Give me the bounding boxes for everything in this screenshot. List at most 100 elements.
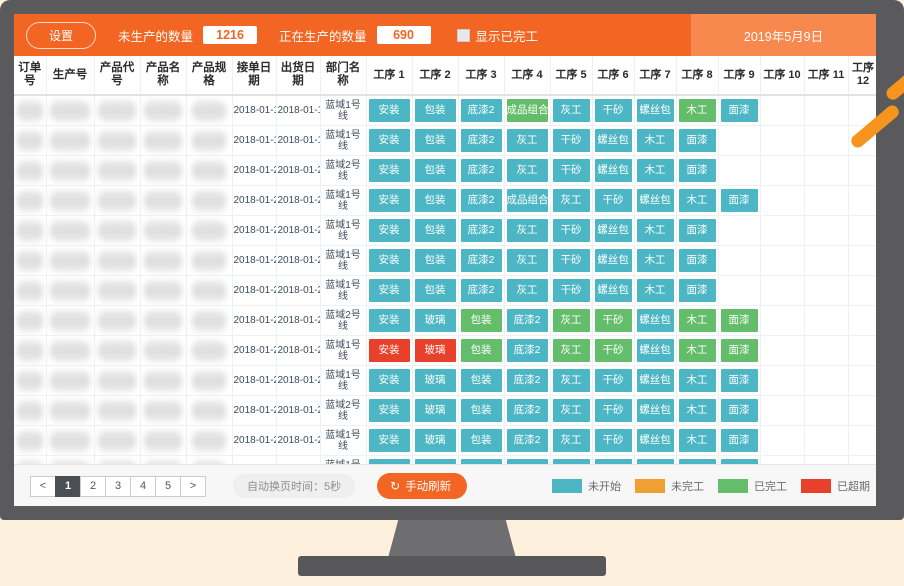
cell-process-5[interactable]: 灰工: [550, 396, 592, 426]
cell-process-3[interactable]: 包装: [458, 426, 504, 456]
cell-process-6[interactable]: 螺丝包: [592, 276, 634, 306]
cell-process-6[interactable]: 螺丝包: [592, 246, 634, 276]
cell-process-4[interactable]: 底漆2: [504, 426, 550, 456]
cell-process-8[interactable]: 木工: [676, 396, 718, 426]
cell-process-4[interactable]: 灰工: [504, 276, 550, 306]
cell-process-2[interactable]: 玻璃: [412, 336, 458, 366]
cell-process-3[interactable]: 底漆2: [458, 95, 504, 126]
table-row[interactable]: 2018-01-232018-01-28蓝域1号线安装玻璃包装底漆2灰工干砂螺丝…: [14, 336, 876, 366]
col-prod-no[interactable]: 生产号: [46, 56, 94, 95]
cell-process-6[interactable]: 干砂: [592, 306, 634, 336]
cell-process-5[interactable]: 干砂: [550, 126, 592, 156]
cell-process-8[interactable]: 面漆: [676, 216, 718, 246]
col-process-1[interactable]: 工序 1: [366, 56, 412, 95]
cell-process-7[interactable]: 木工: [634, 126, 676, 156]
col-process-7[interactable]: 工序 7: [634, 56, 676, 95]
cell-process-1[interactable]: 安装: [366, 156, 412, 186]
table-row[interactable]: 2018-01-162018-01-16蓝域1号线安装包装底漆2灰工干砂螺丝包木…: [14, 126, 876, 156]
cell-process-2[interactable]: 包装: [412, 95, 458, 126]
cell-process-2[interactable]: 玻璃: [412, 426, 458, 456]
cell-process-4[interactable]: 灰工: [504, 156, 550, 186]
cell-process-4[interactable]: 成品组合: [504, 95, 550, 126]
cell-process-8[interactable]: 木工: [676, 95, 718, 126]
cell-process-1[interactable]: 安装: [366, 336, 412, 366]
cell-process-1[interactable]: 安装: [366, 396, 412, 426]
col-product-spec[interactable]: 产品规格: [186, 56, 232, 95]
cell-process-1[interactable]: 安装: [366, 126, 412, 156]
cell-process-2[interactable]: 包装: [412, 186, 458, 216]
cell-process-2[interactable]: 包装: [412, 156, 458, 186]
cell-process-6[interactable]: 螺丝包: [592, 156, 634, 186]
col-process-3[interactable]: 工序 3: [458, 56, 504, 95]
col-process-6[interactable]: 工序 6: [592, 56, 634, 95]
col-receive-date[interactable]: 接单日期: [232, 56, 276, 95]
cell-process-7[interactable]: 螺丝包: [634, 186, 676, 216]
cell-process-4[interactable]: 底漆2: [504, 306, 550, 336]
pagination[interactable]: <12345>: [30, 476, 205, 497]
col-process-10[interactable]: 工序 10: [760, 56, 804, 95]
cell-process-7[interactable]: 螺丝包: [634, 396, 676, 426]
cell-process-3[interactable]: 底漆2: [458, 246, 504, 276]
col-process-9[interactable]: 工序 9: [718, 56, 760, 95]
cell-process-4[interactable]: 成品组合: [504, 186, 550, 216]
cell-process-5[interactable]: 灰工: [550, 306, 592, 336]
table-row[interactable]: 2018-01-232018-01-28蓝域2号线安装玻璃包装底漆2灰工干砂螺丝…: [14, 306, 876, 336]
cell-process-9[interactable]: 面漆: [718, 186, 760, 216]
cell-process-3[interactable]: 底漆2: [458, 126, 504, 156]
table-row[interactable]: 2018-01-232018-01-28蓝域2号线安装玻璃包装底漆2灰工干砂螺丝…: [14, 396, 876, 426]
cell-process-9[interactable]: 面漆: [718, 95, 760, 126]
pagination-page-5[interactable]: 5: [155, 476, 181, 497]
cell-process-4[interactable]: 底漆2: [504, 366, 550, 396]
cell-process-2[interactable]: 包装: [412, 216, 458, 246]
col-process-8[interactable]: 工序 8: [676, 56, 718, 95]
cell-process-2[interactable]: 包装: [412, 276, 458, 306]
cell-process-3[interactable]: 包装: [458, 396, 504, 426]
cell-process-8[interactable]: 木工: [676, 426, 718, 456]
cell-process-5[interactable]: 干砂: [550, 246, 592, 276]
cell-process-8[interactable]: 面漆: [676, 126, 718, 156]
table-row[interactable]: 2018-01-232018-01-26蓝域1号线安装包装底漆2成品组合灰工干砂…: [14, 186, 876, 216]
settings-button[interactable]: 设置: [26, 22, 96, 49]
cell-process-9[interactable]: 面漆: [718, 336, 760, 366]
cell-process-7[interactable]: 木工: [634, 246, 676, 276]
cell-process-3[interactable]: 包装: [458, 306, 504, 336]
cell-process-4[interactable]: 底漆2: [504, 396, 550, 426]
cell-process-3[interactable]: 底漆2: [458, 156, 504, 186]
pagination-page-2[interactable]: 2: [80, 476, 106, 497]
cell-process-1[interactable]: 安装: [366, 306, 412, 336]
cell-process-5[interactable]: 灰工: [550, 426, 592, 456]
cell-process-3[interactable]: 底漆2: [458, 186, 504, 216]
cell-process-8[interactable]: 面漆: [676, 246, 718, 276]
table-row[interactable]: 2018-01-232018-01-27蓝域1号线安装包装底漆2灰工干砂螺丝包木…: [14, 276, 876, 306]
cell-process-9[interactable]: 面漆: [718, 396, 760, 426]
cell-process-6[interactable]: 干砂: [592, 396, 634, 426]
pagination-page-4[interactable]: 4: [130, 476, 156, 497]
table-row[interactable]: 2018-01-232018-01-27蓝域1号线安装包装底漆2灰工干砂螺丝包木…: [14, 246, 876, 276]
cell-process-4[interactable]: 灰工: [504, 216, 550, 246]
cell-process-4[interactable]: 底漆2: [504, 336, 550, 366]
cell-process-9[interactable]: 面漆: [718, 426, 760, 456]
table-row[interactable]: 2018-01-162018-01-16蓝域1号线安装包装底漆2成品组合灰工干砂…: [14, 95, 876, 126]
col-department[interactable]: 部门名称: [320, 56, 366, 95]
cell-process-8[interactable]: 木工: [676, 306, 718, 336]
cell-process-7[interactable]: 木工: [634, 276, 676, 306]
cell-process-9[interactable]: 面漆: [718, 366, 760, 396]
cell-process-6[interactable]: 干砂: [592, 186, 634, 216]
cell-process-1[interactable]: 安装: [366, 216, 412, 246]
table-row[interactable]: 2018-01-232018-01-28蓝域1号线安装玻璃包装底漆2灰工干砂螺丝…: [14, 366, 876, 396]
cell-process-8[interactable]: 面漆: [676, 276, 718, 306]
col-process-4[interactable]: 工序 4: [504, 56, 550, 95]
cell-process-5[interactable]: 干砂: [550, 276, 592, 306]
cell-process-7[interactable]: 螺丝包: [634, 95, 676, 126]
pagination-next[interactable]: >: [180, 476, 206, 497]
cell-process-7[interactable]: 木工: [634, 216, 676, 246]
col-product-code[interactable]: 产品代号: [94, 56, 140, 95]
cell-process-2[interactable]: 包装: [412, 246, 458, 276]
pagination-prev[interactable]: <: [30, 476, 56, 497]
cell-process-5[interactable]: 干砂: [550, 216, 592, 246]
pagination-page-3[interactable]: 3: [105, 476, 131, 497]
cell-process-6[interactable]: 干砂: [592, 366, 634, 396]
cell-process-7[interactable]: 螺丝包: [634, 306, 676, 336]
cell-process-6[interactable]: 干砂: [592, 95, 634, 126]
show-finished-checkbox[interactable]: 显示已完工: [457, 26, 539, 45]
